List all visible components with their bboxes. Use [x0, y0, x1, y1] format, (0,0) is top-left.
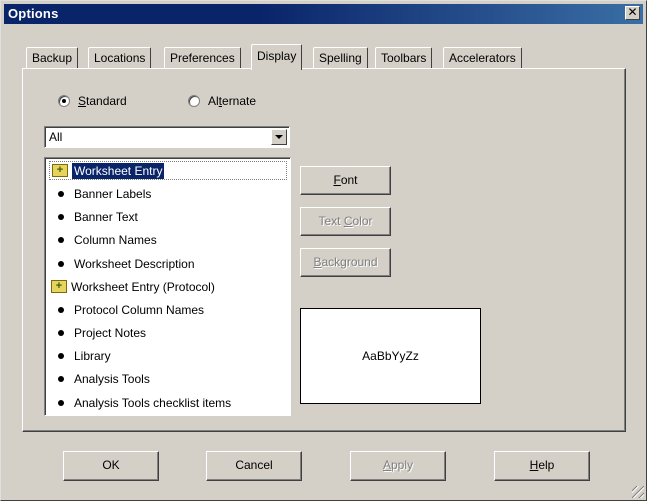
tab-locations[interactable]: Locations [88, 47, 152, 68]
background-button[interactable]: Background [300, 248, 391, 277]
text-color-button[interactable]: Text Color [300, 207, 391, 236]
help-button[interactable]: Help [494, 451, 590, 481]
bullet-icon [58, 306, 64, 313]
list-item[interactable]: Banner Text [49, 207, 287, 226]
close-button[interactable]: ✕ [625, 6, 640, 20]
resize-grip-icon[interactable] [632, 486, 644, 498]
alternate-radio[interactable]: Alternate [188, 94, 256, 108]
bullet-icon [58, 236, 64, 243]
list-item[interactable]: + Worksheet Entry (Protocol) [49, 277, 287, 296]
close-icon: ✕ [627, 5, 638, 19]
tab-label: Toolbars [381, 51, 427, 65]
folder-plus-icon: + [51, 280, 67, 293]
filter-dropdown-value: All [49, 130, 63, 144]
tab-label: Preferences [170, 51, 235, 65]
list-item[interactable]: + Worksheet Entry [49, 161, 287, 180]
bullet-icon [58, 329, 64, 336]
font-button[interactable]: Font [300, 166, 391, 195]
dialog-title: Options [8, 6, 59, 21]
alternate-radio-label: Alternate [208, 94, 257, 108]
tab-spelling[interactable]: Spelling [313, 47, 368, 68]
tab-backup[interactable]: Backup [26, 47, 79, 68]
list-item[interactable]: Project Notes [49, 323, 287, 342]
radio-checked-icon [58, 95, 70, 107]
tab-label: Locations [94, 51, 146, 65]
ok-button[interactable]: OK [63, 451, 159, 481]
tab-display[interactable]: Display [251, 44, 303, 70]
radio-unchecked-icon [188, 95, 200, 107]
apply-button[interactable]: Apply [350, 451, 446, 481]
tab-toolbars[interactable]: Toolbars [375, 47, 433, 68]
display-elements-list[interactable]: + Worksheet Entry Banner Labels Banner T… [44, 157, 291, 416]
standard-radio[interactable]: Standard [58, 94, 127, 108]
folder-plus-icon: + [52, 164, 68, 177]
bullet-icon [58, 190, 64, 197]
bullet-icon [58, 260, 64, 267]
tab-label: Backup [32, 51, 73, 65]
bullet-icon [58, 375, 64, 382]
title-bar[interactable]: Options ✕ [4, 4, 643, 24]
tab-label: Spelling [319, 51, 362, 65]
tab-label: Display [257, 49, 297, 63]
list-item[interactable]: Protocol Column Names [49, 300, 287, 319]
filter-dropdown[interactable]: All [44, 126, 290, 148]
bullet-icon [58, 352, 64, 359]
list-item[interactable]: Column Names [49, 230, 287, 249]
preview-sample-text: AaBbYyZz [362, 349, 419, 363]
bullet-icon [58, 399, 64, 406]
cancel-button[interactable]: Cancel [206, 451, 302, 481]
dropdown-arrow-icon[interactable] [271, 129, 287, 145]
standard-radio-label: Standard [78, 94, 127, 108]
bullet-icon [58, 213, 64, 220]
font-preview-box: AaBbYyZz [300, 308, 481, 404]
list-item[interactable]: Banner Labels [49, 184, 287, 203]
tab-accelerators[interactable]: Accelerators [443, 47, 522, 68]
list-item[interactable]: Analysis Tools checklist items [49, 393, 287, 412]
list-item[interactable]: Analysis Tools [49, 369, 287, 388]
list-item[interactable]: Worksheet Description [49, 254, 287, 273]
tab-label: Accelerators [449, 51, 516, 65]
list-item[interactable]: Library [49, 346, 287, 365]
tab-preferences[interactable]: Preferences [164, 47, 241, 68]
